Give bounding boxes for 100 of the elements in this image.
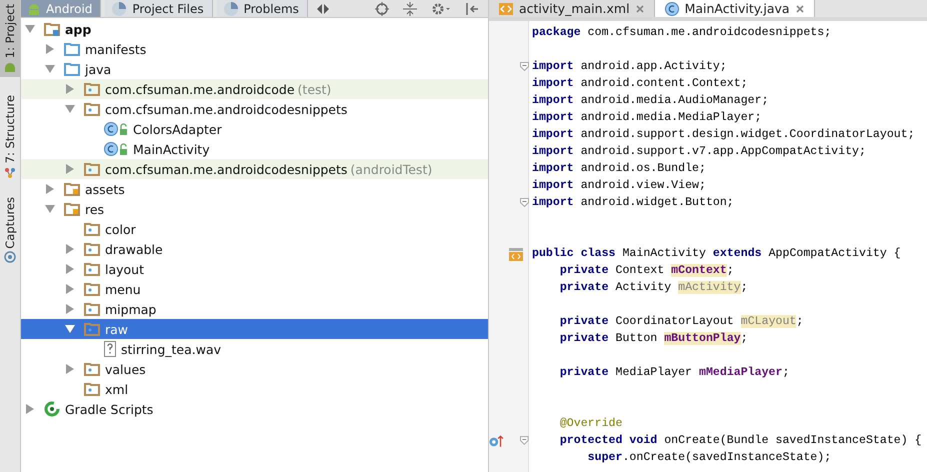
unknown-file-icon — [104, 341, 116, 357]
expand-arrow-icon[interactable] — [65, 244, 75, 254]
tree-item[interactable]: color — [21, 219, 488, 239]
folder-icon — [84, 302, 100, 316]
folder-icon — [84, 162, 100, 176]
pie-chart-icon — [222, 0, 239, 16]
code-line: private MediaPlayer mMediaPlayer; — [558, 366, 790, 379]
tree-item[interactable]: Gradle Scripts — [21, 399, 488, 419]
expand-arrow-icon[interactable] — [65, 284, 75, 294]
collapse-arrow-icon[interactable] — [45, 204, 55, 214]
code-line: package com.cfsuman.me.androidcodesnippets; — [532, 26, 832, 39]
item-label: java — [85, 62, 112, 76]
locate-icon[interactable] — [375, 2, 389, 16]
class-icon — [104, 122, 128, 136]
expand-arrow-icon[interactable] — [65, 164, 75, 174]
settings-icon[interactable] — [431, 2, 451, 16]
gradle-icon — [44, 401, 60, 417]
code-line: @Override — [558, 417, 622, 430]
editor-tab[interactable]: activity_main.xml — [489, 0, 655, 17]
folder-icon — [84, 242, 100, 256]
tool-window-tab[interactable]: Captures — [0, 192, 20, 268]
expand-arrow-icon[interactable] — [25, 404, 35, 414]
tree-item[interactable]: xml — [21, 379, 488, 399]
tree-item[interactable]: layout — [21, 259, 488, 279]
tree-item[interactable]: com.cfsuman.me.androidcodesnippets — [21, 99, 488, 119]
source-set-label: (test) — [298, 82, 332, 96]
expand-arrow-icon[interactable] — [45, 44, 55, 54]
close-icon[interactable] — [796, 4, 804, 12]
tree-item[interactable]: MainActivity — [21, 139, 488, 159]
expand-arrow-icon[interactable] — [45, 184, 55, 194]
tree-item[interactable]: com.cfsuman.me.androidcodesnippets (androidTest) — [21, 159, 488, 179]
tree-item[interactable]: com.cfsuman.me.androidcode (test) — [21, 79, 488, 99]
class-icon — [664, 2, 679, 16]
structure-icon — [4, 166, 16, 179]
tab-title: MainActivity.java — [684, 1, 790, 16]
item-label: raw — [105, 322, 128, 336]
view-tab[interactable]: Project Files — [105, 0, 213, 17]
item-label: manifests — [85, 42, 146, 56]
collapse-arrow-icon[interactable] — [65, 104, 75, 114]
tree-item[interactable]: java — [21, 59, 488, 79]
close-icon[interactable] — [636, 4, 644, 12]
camera-icon — [4, 251, 16, 264]
item-label: MainActivity — [133, 142, 210, 156]
code-line: import android.media.AudioManager; — [532, 94, 769, 107]
tree-item[interactable]: menu — [21, 279, 488, 299]
tree-item[interactable]: raw — [21, 319, 488, 339]
tab-title: activity_main.xml — [519, 1, 630, 16]
view-tab[interactable]: Problems — [216, 0, 308, 17]
hide-panel-icon[interactable] — [465, 2, 479, 16]
code-line: import android.support.design.widget.CoordinatorLayout; — [532, 128, 915, 141]
folder-icon — [44, 22, 60, 36]
collapse-all-icon[interactable] — [403, 2, 417, 16]
tree-item[interactable]: ColorsAdapter — [21, 119, 488, 139]
tree-item[interactable]: assets — [21, 179, 488, 199]
folder-icon — [64, 62, 80, 76]
fold-marker-icon[interactable] — [520, 436, 529, 445]
scroll-tabs-icon[interactable] — [316, 4, 329, 14]
android-icon — [27, 2, 41, 16]
code-line: import android.app.Activity; — [532, 60, 727, 73]
item-label: ColorsAdapter — [133, 122, 222, 136]
xml-file-icon — [499, 2, 513, 14]
item-label: values — [105, 362, 146, 376]
folder-icon — [84, 102, 100, 116]
code-line: import android.os.Bundle; — [532, 162, 706, 175]
editor-tab[interactable]: MainActivity.java — [654, 0, 815, 17]
code-line: private Context mContext; — [558, 264, 734, 277]
tree-item[interactable]: stirring_tea.wav — [21, 339, 488, 359]
folder-icon — [64, 202, 80, 216]
expand-arrow-icon[interactable] — [65, 304, 75, 314]
folder-icon — [64, 182, 80, 196]
override-icon[interactable] — [489, 434, 504, 448]
layout-file-icon[interactable] — [509, 246, 523, 260]
expand-arrow-icon[interactable] — [65, 84, 75, 94]
tree-item[interactable]: drawable — [21, 239, 488, 259]
tree-item[interactable]: values — [21, 359, 488, 379]
expand-arrow-icon[interactable] — [65, 364, 75, 374]
item-label: color — [105, 222, 136, 236]
folder-icon — [84, 82, 100, 96]
item-label: com.cfsuman.me.androidcodesnippets — [105, 102, 348, 116]
tool-window-tab[interactable]: 1: Project — [0, 0, 20, 78]
code-line: import android.content.Context; — [532, 77, 748, 90]
tool-window-tab[interactable]: 7: Structure — [0, 91, 20, 183]
code-line: protected void onCreate(Bundle savedInstanceState) { — [558, 434, 922, 447]
tree-item[interactable]: manifests — [21, 39, 488, 59]
item-label: mipmap — [105, 302, 156, 316]
fold-marker-icon[interactable] — [520, 62, 529, 71]
android-icon — [4, 61, 16, 74]
folder-icon — [84, 222, 100, 236]
fold-marker-icon[interactable] — [520, 198, 529, 207]
folder-icon — [84, 362, 100, 376]
tree-item[interactable]: mipmap — [21, 299, 488, 319]
collapse-arrow-icon[interactable] — [25, 24, 35, 34]
folder-icon — [84, 282, 100, 296]
collapse-arrow-icon[interactable] — [45, 64, 55, 74]
item-label: com.cfsuman.me.androidcode — [105, 82, 295, 96]
collapse-arrow-icon[interactable] — [65, 324, 75, 334]
class-icon — [104, 142, 128, 156]
tree-item[interactable]: res — [21, 199, 488, 219]
tree-item[interactable]: app — [21, 19, 488, 39]
expand-arrow-icon[interactable] — [65, 264, 75, 274]
